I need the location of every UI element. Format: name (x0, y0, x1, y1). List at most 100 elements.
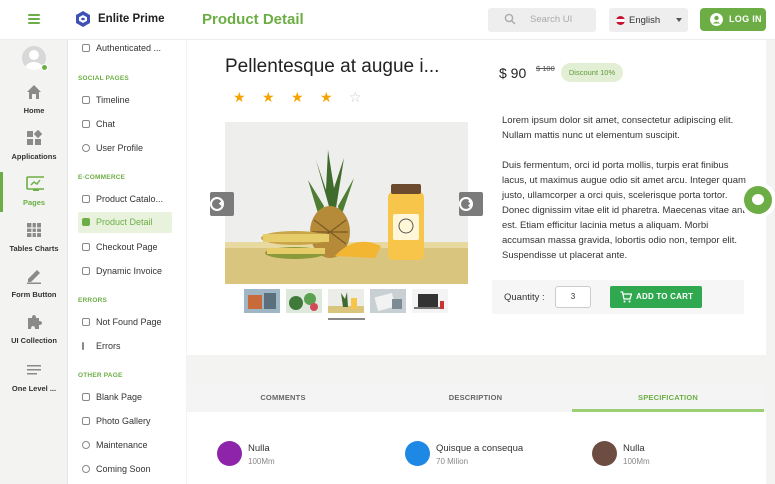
login-button[interactable]: LOG IN (700, 8, 766, 31)
rail-label: One Level ... (11, 384, 57, 393)
subnav-label: Product Catalo... (96, 194, 164, 204)
rail-item-one-level[interactable]: One Level ... (0, 362, 68, 406)
list-icon (27, 365, 41, 375)
pencil-icon (27, 270, 41, 284)
rail-item-pages[interactable]: Pages (0, 172, 68, 220)
rail-item-ui-collection[interactable]: UI Collection (0, 314, 68, 358)
rail-item-form-button[interactable]: Form Button (0, 268, 68, 312)
invoice-icon (82, 267, 90, 275)
subnav-item-not-found[interactable]: Not Found Page (78, 312, 172, 333)
subnav-item-product-catalog[interactable]: Product Catalo... (78, 189, 172, 210)
add-to-cart-button[interactable]: ADD TO CART (610, 286, 702, 308)
page-title: Product Detail (202, 11, 304, 28)
gear-icon (82, 441, 90, 449)
login-label: LOG IN (729, 14, 762, 24)
spec-value: 70 Milion (436, 457, 469, 466)
subnav-item-timeline[interactable]: Timeline (78, 90, 172, 111)
chevron-down-icon (676, 18, 682, 22)
section-heading: SOCIAL PAGES (78, 75, 129, 82)
icon-rail: Home Applications Pages Tables Charts Fo… (0, 40, 68, 484)
rail-item-home[interactable]: Home (0, 84, 68, 128)
subnav-item-product-detail[interactable]: Product Detail (78, 212, 172, 233)
subnav-item-coming-soon[interactable]: Coming Soon (78, 459, 172, 480)
subnav-label: Errors (96, 341, 121, 351)
thumbnail[interactable] (412, 289, 448, 313)
tab-specification[interactable]: SPECIFICATION (572, 384, 764, 412)
user-profile-icon (82, 144, 90, 152)
search-icon (504, 13, 516, 25)
star-icon[interactable]: ★ (320, 90, 333, 104)
section-heading: OTHER PAGE (78, 372, 123, 379)
rail-label: Applications (11, 152, 57, 161)
tab-description[interactable]: DESCRIPTION (379, 384, 572, 412)
subnav-label: Not Found Page (96, 317, 162, 327)
chevron-left-icon (218, 199, 227, 208)
subnav-label: Product Detail (96, 217, 153, 227)
language-label: English (629, 15, 661, 26)
subnav-label: Dynamic Invoice (96, 266, 163, 276)
subnav-item-invoice[interactable]: Dynamic Invoice (78, 261, 172, 282)
old-price: $ 100 (536, 64, 555, 73)
subnav-item-checkout[interactable]: Checkout Page (78, 237, 172, 258)
quantity-input[interactable]: 3 (555, 286, 591, 308)
product-card: Pellentesque at augue i... ★ ★ ★ ★ ☆ $ 90 $ … (187, 40, 766, 355)
subnav-item-blank-page[interactable]: Blank Page (78, 387, 172, 408)
language-select[interactable]: English (609, 8, 688, 32)
subnav-label: Timeline (96, 95, 130, 105)
subnav-item-user-profile[interactable]: User Profile (78, 138, 172, 159)
product-image (225, 122, 468, 284)
image-next-button[interactable] (459, 192, 483, 216)
product-price: $ 90 (499, 65, 527, 81)
active-thumbnail-indicator (328, 318, 365, 320)
rail-item-tables-charts[interactable]: Tables Charts (0, 222, 68, 266)
thumbnail[interactable] (286, 289, 322, 313)
tab-comments[interactable]: COMMENTS (187, 384, 379, 412)
subnav-item-chat[interactable]: Chat (78, 114, 172, 135)
rail-label: UI Collection (11, 336, 57, 345)
star-icon[interactable]: ★ (262, 90, 275, 104)
brand-logo-icon (76, 11, 90, 27)
theme-palette-button[interactable] (744, 186, 772, 214)
quantity-label: Quantity : (504, 292, 545, 303)
subnav-label: Coming Soon (96, 464, 151, 474)
online-status-dot (41, 64, 48, 71)
spec-value: 100Mm (623, 457, 650, 466)
sub-navigation: Authenticated ... SOCIAL PAGES Timeline … (68, 40, 186, 484)
rail-label: Form Button (11, 290, 57, 299)
star-icon[interactable]: ★ (291, 90, 304, 104)
link-icon (82, 465, 90, 473)
cart-icon (620, 291, 632, 303)
product-title: Pellentesque at augue i... (225, 56, 440, 77)
spec-name: Nulla (623, 443, 645, 454)
subnav-item-photo-gallery[interactable]: Photo Gallery (78, 411, 172, 432)
thumbnail[interactable] (370, 289, 406, 313)
rail-item-applications[interactable]: Applications (0, 130, 68, 174)
subnav-label: Checkout Page (96, 242, 158, 252)
search-placeholder: Search UI (530, 14, 573, 25)
user-icon (710, 13, 723, 26)
quantity-bar: Quantity : 3 ADD TO CART (492, 280, 744, 314)
thumbnail[interactable] (244, 289, 280, 313)
home-icon (27, 85, 41, 99)
menu-icon[interactable] (28, 14, 40, 24)
section-heading: ERRORS (78, 297, 108, 304)
search-input[interactable]: Search UI (488, 8, 596, 32)
subnav-label: Chat (96, 119, 116, 129)
star-icon[interactable]: ★ (233, 90, 246, 104)
subnav-item-authenticated[interactable]: Authenticated ... (78, 38, 172, 59)
top-bar: Enlite Prime Product Detail Search UI En… (0, 0, 775, 40)
spec-name: Nulla (248, 443, 270, 454)
star-icon[interactable]: ☆ (349, 90, 362, 104)
subnav-label: Photo Gallery (96, 416, 151, 426)
camera-icon (405, 441, 430, 466)
subnav-item-maintenance[interactable]: Maintenance (78, 435, 172, 456)
details-tabs-card: COMMENTS DESCRIPTION SPECIFICATION Nulla… (187, 384, 766, 484)
subnav-item-errors[interactable]: Errors (78, 336, 172, 357)
uk-flag-icon (616, 16, 625, 25)
thumbnail[interactable] (328, 289, 364, 313)
spec-icon (592, 441, 617, 466)
section-heading: E-COMMERCE (78, 174, 126, 181)
apps-icon (27, 130, 42, 145)
image-prev-button[interactable] (210, 192, 234, 216)
rail-label: Tables Charts (9, 244, 59, 253)
